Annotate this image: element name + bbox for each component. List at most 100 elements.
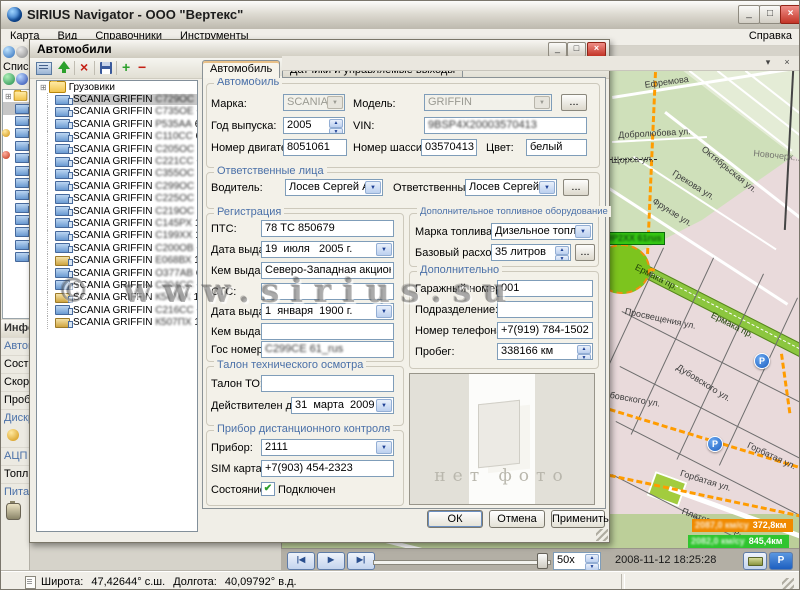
timeline-slider[interactable] (373, 560, 551, 565)
play-button[interactable]: ▶ (317, 552, 345, 570)
fuel-more-button[interactable]: ... (575, 244, 595, 261)
chevron-down-icon[interactable]: ▼ (539, 181, 555, 194)
persons-more-button[interactable]: ... (563, 179, 589, 196)
speed-down-icon[interactable]: ▼ (585, 563, 599, 572)
spin-down-icon[interactable]: ▼ (577, 354, 591, 361)
dialog-close-button[interactable]: × (587, 42, 606, 57)
close-panel-icon[interactable]: × (779, 57, 795, 69)
speed-input[interactable]: 50x ▲▼ (553, 552, 601, 570)
tree-item[interactable]: SCANIA GRIFFIN С225ОС 61rus (37, 193, 197, 205)
minimize-button[interactable]: _ (738, 5, 760, 24)
tree-item[interactable]: SCANIA GRIFFIN К549ВХ 161rus (37, 292, 197, 304)
vehicle-list-icon[interactable] (36, 62, 52, 75)
tree-item[interactable]: SCANIA GRIFFIN С299ОС 61rus (37, 180, 197, 192)
tree-item[interactable]: SCANIA GRIFFIN С199ХХ 161rus (37, 230, 197, 242)
chassis-field[interactable]: 03570413 (421, 139, 477, 156)
fuel-brand-combo[interactable]: Дизельное топливо▼ (491, 223, 593, 240)
garage-field[interactable]: 001 (497, 280, 593, 297)
phone-field[interactable]: +7(919) 784-1502 (497, 322, 593, 339)
issued-by-field[interactable]: Северо-Западная акционная т (261, 262, 394, 279)
window-resize-grip[interactable] (782, 578, 794, 590)
apply-button[interactable]: Применить (551, 510, 605, 528)
save-icon[interactable] (100, 62, 112, 74)
gos-number-field[interactable]: С299СЕ 61_rus (261, 341, 394, 358)
spin-down-icon[interactable]: ▼ (555, 255, 569, 262)
photo-box[interactable]: нет фото (409, 373, 595, 505)
spin-up-icon[interactable]: ▲ (329, 119, 343, 128)
restore-button[interactable]: □ (759, 5, 781, 24)
collapse-panel-icon[interactable]: ▾ (760, 57, 776, 69)
tree-item[interactable]: SCANIA GRIFFIN С110СС 61rus (37, 131, 197, 143)
dialog-minimize-button[interactable]: _ (548, 42, 567, 57)
tools-icon[interactable] (16, 46, 28, 58)
dialog-maximize-button[interactable]: □ (567, 42, 586, 57)
tree-root[interactable]: ⊞ Грузовики (37, 81, 197, 93)
globe-icon[interactable] (3, 73, 15, 85)
mileage-stepper[interactable]: 338166 км▲▼ (497, 343, 593, 360)
sim-field[interactable]: +7(903) 454-2323 (261, 460, 394, 477)
tree-item[interactable]: SCANIA GRIFFIN С205ОС 61rus (37, 143, 197, 155)
brand-combo[interactable]: SCANIA▼ (283, 94, 345, 111)
add-icon[interactable] (58, 61, 70, 69)
tree-item[interactable]: SCANIA GRIFFIN Е068ВХ 161rus (37, 254, 197, 266)
color-field[interactable]: белый (526, 139, 587, 156)
issue-date-picker[interactable]: 19 июля 2005 г.▼ (261, 241, 394, 258)
tracks-icon[interactable] (743, 552, 767, 570)
chevron-down-icon[interactable]: ▼ (534, 96, 550, 109)
tree-item[interactable]: SCANIA GRIFFIN К507ПХ 161rus (37, 316, 197, 328)
speed-up-icon[interactable]: ▲ (585, 554, 599, 563)
tree-item[interactable]: SCANIA GRIFFIN О377АВ 61rus (37, 267, 197, 279)
parking-panel-icon[interactable]: P (769, 552, 793, 570)
plus-icon[interactable]: + (122, 58, 130, 76)
chevron-down-icon[interactable]: ▼ (376, 305, 392, 318)
engine-field[interactable]: 8051061 (283, 139, 347, 156)
delete-icon[interactable]: × (80, 58, 88, 76)
vin-field[interactable]: 9BSP4X20003570413 (424, 117, 587, 134)
model-more-button[interactable]: ... (561, 94, 587, 111)
skip-back-button[interactable]: |◀ (287, 552, 315, 570)
refresh-icon[interactable] (3, 46, 15, 58)
driver-combo[interactable]: Лосев Сергей Анатольи▼ (285, 179, 383, 196)
spin-up-icon[interactable]: ▲ (555, 246, 569, 255)
minus-icon[interactable]: − (138, 58, 146, 76)
tree-item[interactable]: SCANIA GRIFFIN С735ОЕ 61rus (37, 106, 197, 118)
tree-item[interactable]: SCANIA GRIFFIN С204СС 61rus (37, 279, 197, 291)
tree-item[interactable]: SCANIA GRIFFIN С355ОС 61rus (37, 168, 197, 180)
slider-thumb[interactable] (537, 553, 548, 569)
close-button[interactable]: × (780, 5, 800, 24)
valid-until-picker[interactable]: 31 марта 2009 г.▼ (291, 397, 394, 414)
pts-field[interactable]: 78 ТС 850679 (261, 220, 394, 237)
chevron-down-icon[interactable]: ▼ (376, 243, 392, 256)
spin-down-icon[interactable]: ▼ (329, 128, 343, 135)
chevron-down-icon[interactable]: ▼ (365, 181, 381, 194)
chevron-down-icon[interactable]: ▼ (376, 399, 392, 412)
parking-marker[interactable]: P (707, 436, 723, 452)
tree-item[interactable]: SCANIA GRIFFIN С145РХ 161rus (37, 217, 197, 229)
fuel-rate-stepper[interactable]: 35 литров▲▼ (491, 244, 571, 261)
ok-button[interactable]: ОК (427, 510, 483, 528)
model-combo[interactable]: GRIFFIN▼ (424, 94, 552, 111)
tree-item[interactable]: SCANIA GRIFFIN С219ОС 61rus (37, 205, 197, 217)
tab-vehicle[interactable]: Автомобиль (202, 60, 280, 78)
monitor-icon[interactable] (16, 73, 28, 85)
connected-checkbox[interactable]: ✔ (261, 482, 275, 496)
device-combo[interactable]: 2111▼ (261, 439, 394, 456)
tree-item[interactable]: SCANIA GRIFFIN С216СС 61rus (37, 304, 197, 316)
talon-field[interactable] (261, 375, 394, 392)
year-stepper[interactable]: 2005▲▼ (283, 117, 345, 134)
tree-item[interactable]: SCANIA GRIFFIN Р535АА 61rus (37, 118, 197, 130)
responsible-combo[interactable]: Лосев Сергей Анатольи▼ (465, 179, 557, 196)
parking-marker[interactable]: P (754, 353, 770, 369)
spin-up-icon[interactable]: ▲ (577, 345, 591, 354)
tree-item[interactable]: SCANIA GRIFFIN С221СС 61rus (37, 155, 197, 167)
issue-date2-picker[interactable]: 1 января 1900 г.▼ (261, 303, 394, 320)
vehicle-tree-clipped[interactable]: ⊞ (2, 89, 30, 319)
skip-forward-button[interactable]: ▶| (347, 552, 375, 570)
tree-item[interactable]: SCANIA GRIFFIN С729ОС 61rus (37, 93, 197, 105)
chevron-down-icon[interactable]: ▼ (575, 225, 591, 238)
tree-item[interactable]: SCANIA GRIFFIN С200ОВ 61rus (37, 242, 197, 254)
chevron-down-icon[interactable]: ▼ (376, 441, 392, 454)
menu-spravka[interactable]: Справка (740, 29, 800, 45)
chevron-down-icon[interactable]: ▼ (327, 96, 343, 109)
sts-field[interactable] (261, 283, 394, 300)
